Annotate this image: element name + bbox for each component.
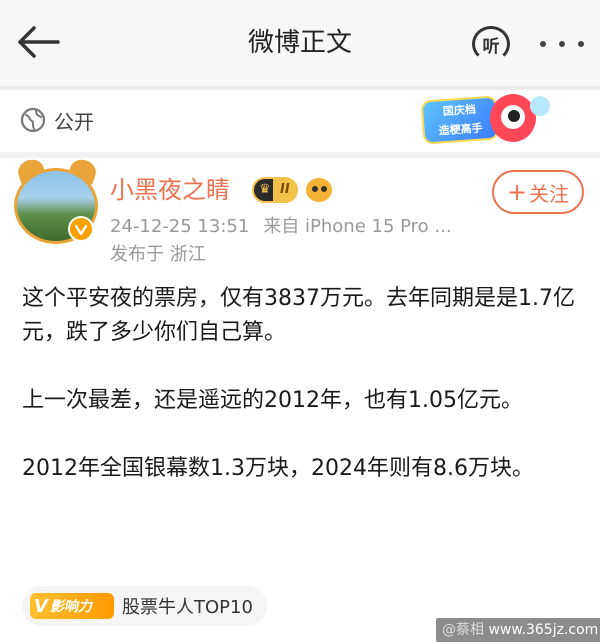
watermark-site: www.365jz.com [488, 622, 599, 638]
crown-icon: ♛ [259, 182, 271, 197]
member-level-badge[interactable]: ♛ II [252, 177, 298, 203]
listen-button[interactable]: 听 [470, 26, 512, 62]
follow-label: 关注 [529, 181, 570, 206]
post-meta: 24-12-25 13:51 来自 iPhone 15 Pro ... [110, 214, 452, 240]
dot-icon [578, 41, 584, 47]
visibility-label: 公开 [54, 109, 94, 134]
fan-badge-icon[interactable] [306, 178, 332, 202]
promo-banner[interactable]: 国庆档 造梗高手 [418, 92, 554, 152]
influence-badge: V 影响力 [30, 593, 114, 619]
promo-tag: 国庆档 造梗高手 [422, 97, 498, 143]
divider [0, 152, 600, 158]
post-paragraph: 上一次最差，还是遥远的2012年，也有1.05亿元。 [22, 388, 523, 413]
topic-tag[interactable]: V 影响力 股票牛人TOP10 [22, 586, 267, 626]
mascot-icon [490, 94, 536, 142]
visibility-indicator: 公开 [20, 104, 94, 136]
top-nav-bar: 微博正文 听 [0, 0, 600, 86]
plus-icon: + [506, 178, 528, 206]
globe-icon [20, 107, 46, 133]
promo-line-2: 造梗高手 [438, 121, 484, 138]
watermark: @蔡相 www.365jz.com [436, 618, 600, 642]
dot-icon [540, 41, 546, 47]
listen-label: 听 [482, 37, 500, 57]
watermark-prefix: @蔡相 [442, 622, 484, 638]
divider [0, 86, 600, 90]
post-timestamp: 24-12-25 13:51 [110, 216, 250, 237]
member-level-text: II [280, 182, 290, 197]
author-name[interactable]: 小黑夜之睛 [110, 174, 230, 206]
post-source: 来自 iPhone 15 Pro ... [263, 216, 452, 237]
post-body: 这个平安夜的票房，仅有3837万元。去年同期是是1.7亿元，跌了多少你们自己算。… [22, 282, 582, 486]
influence-label: 影响力 [49, 599, 92, 615]
verified-v-icon [74, 224, 88, 236]
topic-label: 股票牛人TOP10 [122, 597, 253, 618]
sparkle-icon [530, 96, 550, 116]
post-paragraph: 这个平安夜的票房，仅有3837万元。去年同期是是1.7亿元，跌了多少你们自己算。 [22, 286, 575, 345]
post-paragraph: 2012年全国银幕数1.3万块，2024年则有8.6万块。 [22, 456, 534, 481]
post-location: 发布于 浙江 [110, 244, 206, 265]
dot-icon [559, 41, 565, 47]
more-menu-button[interactable] [540, 30, 584, 58]
v-icon: V [34, 595, 48, 617]
verified-badge-icon [68, 216, 94, 242]
follow-button[interactable]: + 关注 [492, 170, 584, 214]
